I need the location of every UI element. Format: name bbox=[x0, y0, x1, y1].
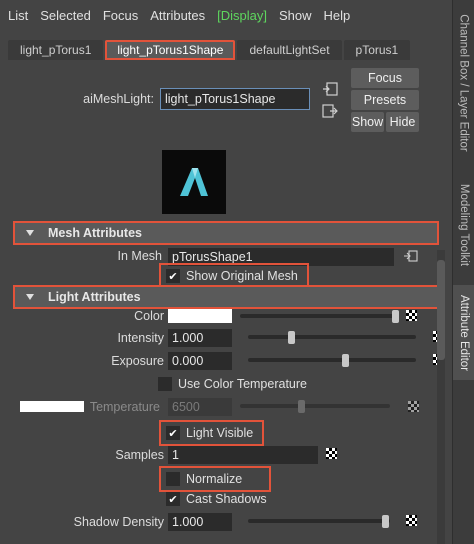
node-tabs: light_pTorus1 light_pTorus1Shape default… bbox=[8, 40, 412, 60]
intensity-label: Intensity bbox=[117, 331, 164, 345]
focus-input-icon[interactable] bbox=[322, 82, 338, 96]
shadow-density-slider-knob[interactable] bbox=[382, 515, 389, 528]
menu-show[interactable]: Show bbox=[279, 8, 312, 23]
menu-bar: List Selected Focus Attributes [Display]… bbox=[0, 0, 452, 30]
presets-button[interactable]: Presets bbox=[351, 90, 419, 110]
tab-light-ptorus1-shape[interactable]: light_pTorus1Shape bbox=[105, 40, 236, 60]
show-original-mesh-label: Show Original Mesh bbox=[186, 269, 298, 283]
mesh-attributes-header[interactable]: Mesh Attributes bbox=[13, 221, 439, 245]
tab-modeling-toolkit[interactable]: Modeling Toolkit bbox=[453, 170, 474, 280]
light-visible-option[interactable]: ✔ Light Visible bbox=[158, 420, 265, 446]
exposure-label: Exposure bbox=[111, 354, 164, 368]
attribute-editor-panel: List Selected Focus Attributes [Display]… bbox=[0, 0, 452, 544]
collapse-triangle-icon bbox=[26, 294, 34, 300]
temperature-slider-knob bbox=[298, 400, 305, 413]
show-original-mesh-option[interactable]: ✔ Show Original Mesh bbox=[159, 263, 309, 289]
shadow-density-field[interactable]: 1.000 bbox=[168, 513, 232, 531]
temperature-color-swatch bbox=[20, 401, 84, 412]
menu-selected[interactable]: Selected bbox=[40, 8, 91, 23]
samples-map-button-icon[interactable] bbox=[326, 448, 337, 459]
menu-focus[interactable]: Focus bbox=[103, 8, 138, 23]
tab-attribute-editor-label: Attribute Editor bbox=[458, 294, 471, 371]
exposure-slider-knob[interactable] bbox=[342, 354, 349, 367]
color-swatch[interactable] bbox=[168, 309, 232, 323]
normalize-option[interactable]: Normalize bbox=[158, 466, 272, 492]
menu-list[interactable]: List bbox=[8, 8, 28, 23]
menu-help[interactable]: Help bbox=[324, 8, 351, 23]
light-visible-label: Light Visible bbox=[186, 426, 254, 440]
in-mesh-field[interactable]: pTorusShape1 bbox=[168, 248, 394, 266]
light-preview-swatch bbox=[162, 150, 226, 214]
intensity-field[interactable]: 1.000 bbox=[168, 329, 232, 347]
use-color-temperature-option[interactable]: Use Color Temperature bbox=[158, 377, 307, 391]
intensity-slider-knob[interactable] bbox=[288, 331, 295, 344]
node-name-field[interactable]: light_pTorus1Shape bbox=[160, 88, 310, 110]
vertical-scrollbar[interactable] bbox=[437, 250, 445, 544]
shadow-density-map-button-icon[interactable] bbox=[406, 515, 417, 526]
temperature-map-button-icon bbox=[408, 401, 419, 412]
arnold-light-icon bbox=[180, 168, 208, 196]
cast-shadows-option[interactable]: ✔ Cast Shadows bbox=[166, 492, 267, 506]
focus-button[interactable]: Focus bbox=[351, 68, 419, 88]
section-title: Mesh Attributes bbox=[48, 226, 142, 240]
samples-label: Samples bbox=[115, 448, 164, 462]
use-color-temperature-checkbox[interactable] bbox=[158, 377, 172, 391]
node-type-label: aiMeshLight: bbox=[83, 92, 154, 106]
light-attributes-header[interactable]: Light Attributes bbox=[13, 285, 439, 309]
in-mesh-label: In Mesh bbox=[117, 249, 162, 263]
shadow-density-label: Shadow Density bbox=[73, 515, 164, 529]
menu-display[interactable]: [Display] bbox=[217, 8, 267, 23]
tab-ptorus1[interactable]: pTorus1 bbox=[343, 40, 411, 60]
tab-modeling-toolkit-label: Modeling Toolkit bbox=[458, 183, 471, 267]
in-mesh-connect-icon[interactable] bbox=[404, 250, 418, 262]
color-map-button-icon[interactable] bbox=[406, 310, 417, 321]
focus-output-icon[interactable] bbox=[322, 104, 338, 118]
show-original-mesh-checkbox[interactable]: ✔ bbox=[166, 269, 180, 283]
samples-field[interactable]: 1 bbox=[168, 446, 318, 464]
exposure-field[interactable]: 0.000 bbox=[168, 352, 232, 370]
scrollbar-thumb[interactable] bbox=[437, 260, 445, 360]
light-visible-checkbox[interactable]: ✔ bbox=[166, 426, 180, 440]
temperature-slider-track bbox=[240, 404, 390, 408]
tab-default-light-set[interactable]: defaultLightSet bbox=[237, 40, 342, 60]
tab-attribute-editor[interactable]: Attribute Editor bbox=[453, 285, 474, 380]
section-title: Light Attributes bbox=[48, 290, 141, 304]
color-slider-knob[interactable] bbox=[392, 310, 399, 323]
shadow-density-slider-track[interactable] bbox=[248, 519, 390, 523]
tab-channel-box[interactable]: Channel Box / Layer Editor bbox=[453, 0, 474, 165]
side-panel-tabs: Channel Box / Layer Editor Modeling Tool… bbox=[452, 0, 474, 544]
normalize-checkbox[interactable] bbox=[166, 472, 180, 486]
menu-attributes[interactable]: Attributes bbox=[150, 8, 205, 23]
show-button[interactable]: Show bbox=[351, 112, 384, 132]
hide-button[interactable]: Hide bbox=[386, 112, 419, 132]
temperature-label: Temperature bbox=[89, 400, 160, 414]
color-slider-track[interactable] bbox=[240, 314, 398, 318]
temperature-field: 6500 bbox=[168, 398, 232, 416]
color-label: Color bbox=[134, 309, 164, 323]
use-color-temperature-label: Use Color Temperature bbox=[178, 377, 307, 391]
cast-shadows-label: Cast Shadows bbox=[186, 492, 267, 506]
collapse-triangle-icon bbox=[26, 230, 34, 236]
tab-light-ptorus1[interactable]: light_pTorus1 bbox=[8, 40, 104, 60]
tab-channel-box-label: Channel Box / Layer Editor bbox=[458, 13, 471, 152]
normalize-label: Normalize bbox=[186, 472, 243, 486]
intensity-slider-track[interactable] bbox=[248, 335, 416, 339]
exposure-slider-track[interactable] bbox=[248, 358, 416, 362]
cast-shadows-checkbox[interactable]: ✔ bbox=[166, 492, 180, 506]
